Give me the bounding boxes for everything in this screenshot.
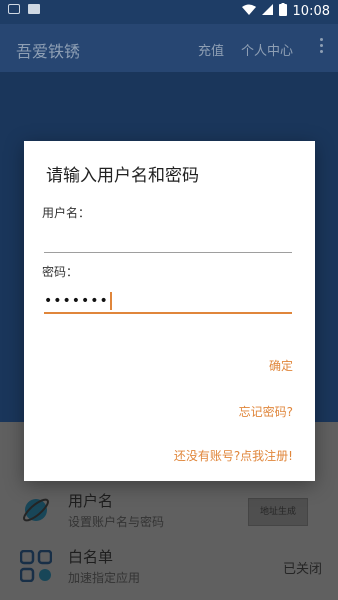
- dialog-title: 请输入用户名和密码: [46, 166, 199, 186]
- register-link[interactable]: 还没有账号?点我注册!: [174, 447, 293, 464]
- password-input[interactable]: •••••••: [44, 290, 292, 314]
- password-label: 密码：: [42, 265, 79, 279]
- username-input[interactable]: [44, 229, 292, 253]
- signal-icon: [261, 4, 273, 19]
- wifi-icon: [241, 4, 256, 19]
- status-bar: 10:08: [0, 0, 338, 24]
- clock-time: 10:08: [292, 4, 330, 19]
- battery-icon: [278, 3, 287, 20]
- confirm-button[interactable]: 确定: [269, 357, 293, 374]
- password-value: •••••••: [44, 292, 112, 310]
- keyboard-icon: [8, 4, 20, 14]
- image-icon: [28, 4, 40, 14]
- password-underline: [44, 312, 292, 314]
- username-underline: [44, 252, 292, 253]
- forgot-password-link[interactable]: 忘记密码?: [239, 403, 293, 420]
- username-label: 用户名：: [42, 206, 91, 220]
- login-dialog: 请输入用户名和密码 用户名： 密码： ••••••• 确定 忘记密码? 还没有账…: [24, 141, 315, 481]
- text-cursor: [109, 292, 112, 310]
